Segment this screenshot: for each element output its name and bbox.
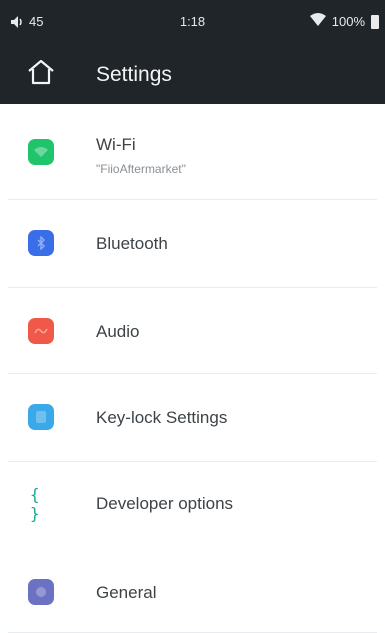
- app-bar: Settings: [0, 44, 385, 104]
- settings-item-label: Wi-Fi: [96, 135, 136, 154]
- settings-item-developer-options[interactable]: { } Developer options: [0, 462, 385, 548]
- home-icon: [26, 57, 56, 92]
- wifi-signal-icon: [309, 13, 326, 30]
- settings-item-label: Bluetooth: [96, 234, 168, 253]
- status-bar: 45 1:18 100%: [0, 0, 385, 44]
- settings-item-wifi[interactable]: Wi-Fi "FiioAftermarket": [0, 104, 385, 200]
- wifi-icon: [28, 139, 54, 165]
- status-right: 100%: [309, 13, 379, 30]
- key-lock-icon: [28, 404, 54, 430]
- settings-item-label: Audio: [96, 322, 140, 341]
- settings-item-label: Developer options: [96, 494, 234, 513]
- settings-item-label: Key-lock Settings: [96, 408, 228, 427]
- settings-item-general[interactable]: General: [0, 548, 385, 633]
- battery-icon: [371, 14, 379, 29]
- general-icon: [28, 579, 54, 605]
- settings-item-bluetooth[interactable]: Bluetooth: [0, 200, 385, 288]
- audio-icon: [28, 318, 54, 344]
- page-title: Settings: [96, 63, 172, 86]
- bluetooth-icon: [28, 230, 54, 256]
- home-button[interactable]: [22, 55, 60, 93]
- wifi-network-name: "FiioAftermarket": [96, 162, 186, 176]
- battery-percentage: 100%: [331, 14, 365, 29]
- settings-item-label: General: [96, 583, 157, 602]
- developer-options-icon: { }: [30, 485, 40, 523]
- settings-item-key-lock-settings[interactable]: Key-lock Settings: [0, 374, 385, 462]
- settings-item-audio[interactable]: Audio: [0, 288, 385, 374]
